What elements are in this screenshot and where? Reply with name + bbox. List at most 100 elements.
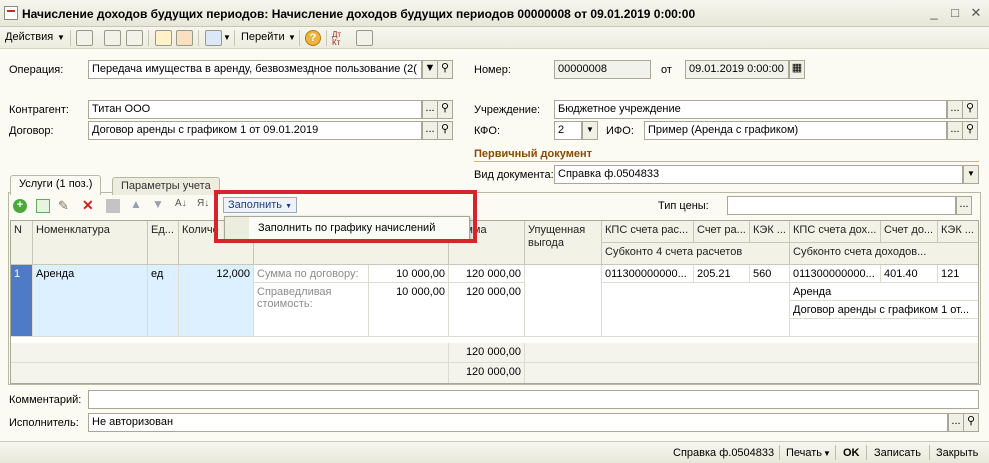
print-dropdown-icon[interactable]: ▼ (823, 449, 831, 458)
tab-accounting-params[interactable]: Параметры учета (112, 177, 220, 195)
operation-label: Операция: (9, 64, 64, 76)
institution-search-icon[interactable]: ⚲ (962, 100, 978, 119)
dt-kt-icon[interactable]: Дт Кт (332, 31, 350, 47)
subconto-4-cell[interactable] (602, 283, 790, 337)
contract-select-icon[interactable]: ... (422, 121, 438, 140)
col-header-nomenclature[interactable]: Номенклатура (33, 221, 148, 265)
row-number-cell[interactable]: 1 (11, 265, 33, 337)
ifo-field[interactable]: Пример (Аренда с графиком) (644, 121, 947, 140)
add-row-icon[interactable]: + (13, 199, 27, 213)
comment-field[interactable] (88, 390, 979, 409)
institution-select-icon[interactable]: ... (947, 100, 963, 119)
contract-search-icon[interactable]: ⚲ (437, 121, 453, 140)
maximize-icon[interactable]: □ (948, 6, 962, 21)
subconto-income-cell-1[interactable]: Аренда (790, 283, 978, 301)
col-header-lost-profit[interactable]: Упущенная выгода (525, 221, 602, 265)
account-income-cell[interactable]: 401.40 (881, 265, 938, 283)
close-icon[interactable]: ✕ (969, 6, 983, 21)
price-type-field[interactable] (727, 196, 956, 215)
report-icon[interactable] (356, 30, 373, 46)
print-button[interactable]: Печать (786, 447, 822, 459)
post-document-icon[interactable] (76, 30, 93, 46)
fair-value-amount-cell[interactable]: 120 000,00 (449, 283, 525, 337)
kps-settlement-cell[interactable]: 011300000000... (602, 265, 694, 283)
counterparty-search-icon[interactable]: ⚲ (437, 100, 453, 119)
save-button[interactable]: Записать (874, 447, 921, 459)
tab-services[interactable]: Услуги (1 поз.) (10, 175, 102, 195)
ifo-select-icon[interactable]: ... (947, 121, 963, 140)
total-amount-1: 120 000,00 (449, 343, 525, 363)
nomenclature-cell[interactable]: Аренда (33, 265, 148, 337)
close-button[interactable]: Закрыть (936, 447, 978, 459)
operation-search-icon[interactable]: ⚲ (437, 60, 453, 79)
account-settlement-cell[interactable]: 205.21 (694, 265, 750, 283)
ok-button[interactable]: OK (843, 447, 860, 459)
col-header-kps-income[interactable]: КПС счета дох... (790, 221, 881, 243)
col-header-account-settlement[interactable]: Счет ра... (694, 221, 750, 243)
kek-2-cell[interactable]: 121 (938, 265, 978, 283)
sum-by-contract-price-cell[interactable]: 10 000,00 (369, 265, 449, 283)
operation-dropdown-icon[interactable]: ▼ (422, 60, 438, 79)
go-to-icon[interactable] (205, 30, 222, 46)
status-separator (929, 445, 930, 460)
col-header-kek-1[interactable]: КЭК ... (750, 221, 790, 243)
end-edit-icon[interactable] (106, 199, 120, 213)
number-field[interactable]: 00000008 (554, 60, 651, 79)
help-icon[interactable]: ? (305, 30, 321, 46)
report-button[interactable]: Справка ф.0504833 (673, 447, 774, 459)
copy-document-icon[interactable] (126, 30, 143, 46)
col-header-kek-2[interactable]: КЭК ... (938, 221, 978, 243)
col-header-n[interactable]: N (11, 221, 33, 265)
price-type-select-icon[interactable]: ... (956, 196, 972, 215)
unit-cell[interactable]: ед (148, 265, 179, 337)
sum-by-contract-amount-cell[interactable]: 120 000,00 (449, 265, 525, 283)
calendar-icon[interactable]: ▦ (789, 60, 805, 79)
executor-field[interactable]: Не авторизован (88, 413, 948, 432)
status-separator (779, 445, 780, 460)
executor-label: Исполнитель: (9, 417, 79, 429)
delete-row-icon[interactable]: ✕ (82, 197, 94, 214)
counterparty-select-icon[interactable]: ... (422, 100, 438, 119)
doc-type-dropdown-icon[interactable]: ▼ (963, 165, 979, 184)
kfo-field[interactable]: 2 (554, 121, 582, 140)
col-header-account-income[interactable]: Счет до... (881, 221, 938, 243)
col-header-kps-settlement[interactable]: КПС счета рас... (602, 221, 694, 243)
col-header-unit[interactable]: Ед... (148, 221, 179, 265)
sort-asc-icon[interactable]: A↓ (175, 198, 187, 209)
goto-menu[interactable]: Перейти (241, 31, 285, 43)
contract-field[interactable]: Договор аренды с графиком 1 от 09.01.201… (88, 121, 422, 140)
sort-desc-icon[interactable]: Я↓ (197, 198, 209, 209)
copy-row-icon[interactable] (36, 199, 50, 213)
date-field[interactable]: 09.01.2019 0:00:00 (685, 60, 789, 79)
move-up-icon[interactable]: ▲ (130, 197, 142, 211)
move-down-icon[interactable]: ▼ (152, 197, 164, 211)
fair-value-price-cell[interactable]: 10 000,00 (369, 283, 449, 337)
go-to-dropdown-icon[interactable]: ▼ (223, 33, 231, 42)
counterparty-field[interactable]: Титан ООО (88, 100, 422, 119)
operation-field[interactable]: Передача имущества в аренду, безвозмездн… (88, 60, 422, 79)
col-header-subconto-income[interactable]: Субконто счета доходов... (790, 243, 978, 265)
subconto-income-cell-2[interactable]: Договор аренды с графиком 1 от... (790, 301, 978, 319)
save-document-icon[interactable] (104, 30, 121, 46)
comment-label: Комментарий: (9, 394, 82, 406)
edit-row-icon[interactable]: ✎ (58, 198, 69, 214)
actions-dropdown-icon[interactable]: ▼ (57, 33, 65, 42)
kek-1-cell[interactable]: 560 (750, 265, 790, 283)
print-form-icon[interactable] (176, 30, 193, 46)
contract-label: Договор: (9, 125, 54, 137)
ifo-search-icon[interactable]: ⚲ (962, 121, 978, 140)
minimize-icon[interactable]: _ (927, 6, 941, 21)
structure-icon[interactable] (155, 30, 172, 46)
executor-search-icon[interactable]: ⚲ (963, 413, 979, 432)
lost-profit-cell[interactable] (525, 265, 602, 337)
quantity-cell[interactable]: 12,000 (179, 265, 254, 337)
goto-dropdown-icon[interactable]: ▼ (288, 33, 296, 42)
subconto-income-cell-3[interactable] (790, 319, 978, 337)
institution-field[interactable]: Бюджетное учреждение (554, 100, 947, 119)
doc-type-field[interactable]: Справка ф.0504833 (554, 165, 963, 184)
col-header-subconto-4[interactable]: Субконто 4 счета расчетов (602, 243, 790, 265)
executor-select-icon[interactable]: ... (948, 413, 964, 432)
kps-income-cell[interactable]: 011300000000... (790, 265, 881, 283)
actions-menu[interactable]: Действия (5, 31, 53, 43)
kfo-dropdown-icon[interactable]: ▼ (582, 121, 598, 140)
